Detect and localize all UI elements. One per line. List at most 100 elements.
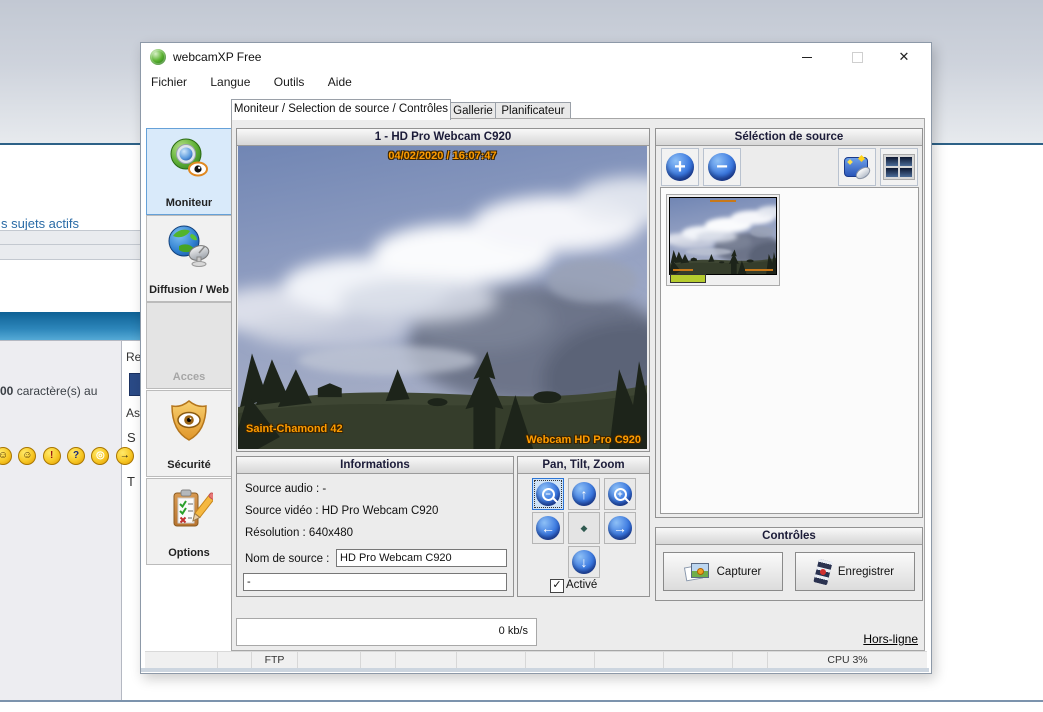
remove-source-button[interactable]: − — [703, 148, 741, 186]
add-source-button[interactable]: + — [661, 148, 699, 186]
char-count-number: 00 — [0, 384, 14, 398]
source-selection-panel: Séléction de source + − — [655, 128, 923, 518]
audio-source-text: Source audio : - — [245, 483, 327, 495]
menu-outils[interactable]: Outils — [264, 71, 315, 89]
status-cell — [145, 652, 218, 669]
connection-status-link[interactable]: Hors-ligne — [752, 632, 918, 646]
tilt-down-button[interactable]: ↓ — [568, 546, 600, 578]
pan-left-button[interactable]: ← — [532, 512, 564, 544]
arrow-up-icon: ↑ — [572, 482, 596, 506]
ptz-header: Pan, Tilt, Zoom — [518, 457, 649, 474]
emoticon-exclamation-icon[interactable]: ! — [42, 447, 61, 465]
ptz-active-label: Activé — [566, 579, 598, 591]
record-button[interactable]: Enregistrer — [795, 552, 915, 591]
status-cell — [457, 652, 526, 669]
webcamxp-window: webcamXP Free ✕ Fichier Langue Outils Ai… — [140, 42, 932, 674]
arrow-right-icon: → — [608, 516, 632, 540]
emoticon-arrow-icon[interactable]: → — [115, 447, 134, 465]
page-bottom-line — [0, 700, 1043, 702]
status-bar: FTP CPU 3% — [145, 651, 927, 669]
menu-fichier[interactable]: Fichier — [141, 71, 197, 89]
video-source-text: Source vidéo : HD Pro Webcam C920 — [245, 505, 439, 517]
sidebar-item-securite[interactable]: Sécurité — [146, 390, 232, 477]
center-button[interactable]: ◆ — [568, 512, 600, 544]
record-label: Enregistrer — [837, 565, 895, 578]
bandwidth-indicator: 0 kb/s — [236, 618, 537, 646]
sidebar-item-options[interactable]: Options — [146, 478, 232, 565]
emoticon-idea-icon[interactable]: ◎ — [91, 447, 110, 465]
sidebar-item-acces: Acces — [146, 302, 232, 389]
emoticon-tongue-icon[interactable]: ☺ — [0, 447, 12, 465]
arrow-down-icon: ↓ — [572, 550, 596, 574]
app-icon — [150, 49, 166, 65]
webcam-video-feed: 04/02/2020 / 16:07:47 Saint-Chamond 42 W… — [238, 146, 647, 449]
photo-icon — [683, 562, 709, 582]
zoom-in-button[interactable]: + — [604, 478, 636, 510]
sidebar-item-moniteur[interactable]: Moniteur — [146, 128, 232, 215]
sidebar-label: Diffusion / Web — [149, 284, 229, 296]
film-icon — [813, 558, 833, 585]
minimize-icon — [802, 57, 812, 59]
maximize-icon — [851, 52, 863, 64]
effects-button[interactable] — [838, 148, 876, 186]
location-overlay: Saint-Chamond 42 — [246, 423, 343, 435]
ptz-active-checkbox[interactable]: ✓ — [550, 579, 564, 593]
grid-layout-icon — [883, 154, 915, 180]
center-diamond-icon: ◆ — [580, 522, 588, 533]
globe-satellite-icon — [168, 225, 210, 267]
source-description-input[interactable] — [243, 573, 507, 591]
zoom-out-button[interactable]: − — [532, 478, 564, 510]
activity-level-bar — [670, 274, 706, 283]
multiview-button[interactable] — [880, 148, 918, 186]
pan-right-button[interactable]: → — [604, 512, 636, 544]
shield-eye-icon — [171, 400, 207, 441]
active-topics-link[interactable]: s sujets actifs — [1, 216, 79, 231]
emoticon-row: ☺ ☺ ! ? ◎ → — [0, 447, 137, 465]
partial-text-s: S — [127, 430, 136, 445]
status-cell — [664, 652, 733, 669]
webcam-eye-icon — [170, 138, 208, 177]
screen: s sujets actifs 00 caractère(s) au ☺ ☺ !… — [0, 0, 1043, 712]
status-cell — [298, 652, 361, 669]
source-name-label: Nom de source : — [245, 553, 330, 565]
controls-panel: Contrôles Capturer Enregistrer — [655, 527, 923, 601]
capture-button[interactable]: Capturer — [663, 552, 783, 591]
menu-langue[interactable]: Langue — [200, 71, 260, 89]
char-count-text: 00 caractère(s) au — [0, 384, 98, 398]
source-thumbnail[interactable] — [666, 194, 780, 286]
sidebar-label: Sécurité — [167, 459, 211, 471]
plus-icon: + — [666, 153, 694, 181]
thumb-location-overlay — [673, 269, 693, 271]
partial-text-as: As — [126, 406, 141, 420]
menu-aide[interactable]: Aide — [318, 71, 362, 89]
informations-header: Informations — [237, 457, 513, 474]
controls-header: Contrôles — [656, 528, 922, 545]
video-panel-header: 1 - HD Pro Webcam C920 — [237, 129, 649, 146]
minimize-button[interactable] — [786, 43, 828, 71]
title-bar[interactable]: webcamXP Free ✕ — [141, 43, 931, 71]
source-name-input[interactable] — [336, 549, 507, 567]
tilt-up-button[interactable]: ↑ — [568, 478, 600, 510]
emoticon-wink-icon[interactable]: ☺ — [18, 447, 37, 465]
window-title: webcamXP Free — [173, 50, 262, 64]
arrow-left-icon: ← — [536, 516, 560, 540]
sidebar-label: Acces — [172, 371, 206, 383]
emoticon-question-icon[interactable]: ? — [67, 447, 86, 465]
video-panel: 1 - HD Pro Webcam C920 04/02/2020 / 16:0… — [236, 128, 650, 452]
image-wand-icon — [844, 154, 873, 182]
sidebar-label: Moniteur — [165, 197, 213, 209]
source-list — [660, 187, 919, 514]
status-cell — [595, 652, 664, 669]
maximize-button[interactable] — [836, 43, 878, 71]
webcam-scene — [670, 198, 776, 274]
resolution-text: Résolution : 640x480 — [245, 527, 354, 539]
tab-moniteur[interactable]: Moniteur / Selection de source / Contrôl… — [231, 99, 451, 120]
magnifier-minus-icon: − — [541, 487, 555, 501]
sidebar-item-diffusion-web[interactable]: Diffusion / Web — [146, 215, 232, 302]
close-button[interactable]: ✕ — [883, 43, 925, 71]
ptz-panel: Pan, Tilt, Zoom − ↑ + ← ◆ → ↓ ✓ Activé — [517, 456, 650, 597]
page-row — [0, 244, 140, 260]
minus-icon: − — [708, 153, 736, 181]
status-cell — [733, 652, 768, 669]
source-selection-header: Séléction de source — [656, 129, 922, 146]
